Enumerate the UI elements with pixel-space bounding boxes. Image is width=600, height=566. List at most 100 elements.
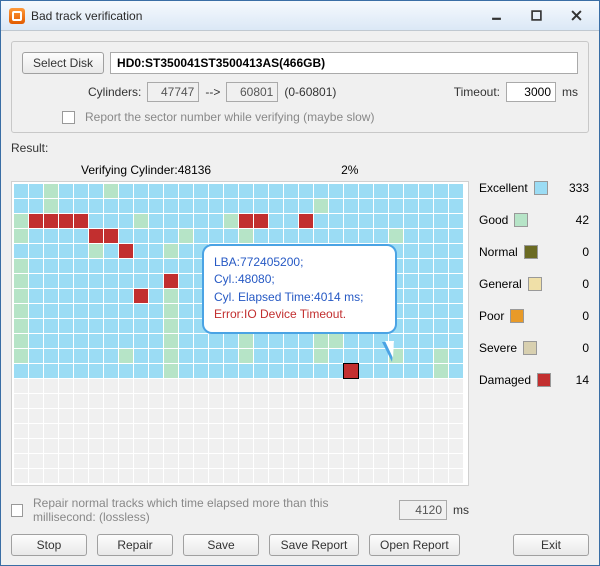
sector-cell [14, 409, 28, 423]
sector-cell [404, 304, 418, 318]
sector-cell [284, 214, 298, 228]
sector-cell [179, 274, 193, 288]
sector-cell [344, 229, 358, 243]
sector-cell [419, 409, 433, 423]
sector-cell [284, 379, 298, 393]
sector-cell [434, 199, 448, 213]
sector-cell [89, 214, 103, 228]
sector-cell [14, 184, 28, 198]
sector-cell [329, 409, 343, 423]
sector-cell [164, 349, 178, 363]
sector-cell [299, 409, 313, 423]
sector-cell [29, 244, 43, 258]
sector-cell [299, 454, 313, 468]
tooltip: LBA:772405200; Cyl.:48080; Cyl. Elapsed … [202, 244, 397, 334]
tooltip-line-error: Error:IO Device Timeout. [214, 306, 385, 323]
repair-ms-label: ms [453, 503, 469, 517]
open-report-button[interactable]: Open Report [369, 534, 460, 556]
sector-cell [74, 184, 88, 198]
repair-button[interactable]: Repair [97, 534, 173, 556]
swatch-damaged [537, 373, 551, 387]
sector-cell [164, 199, 178, 213]
sector-cell [299, 184, 313, 198]
sector-cell [179, 259, 193, 273]
sector-cell [209, 394, 223, 408]
swatch-normal [524, 245, 538, 259]
sector-cell [89, 394, 103, 408]
maximize-button[interactable] [517, 6, 555, 26]
sector-cell [164, 289, 178, 303]
sector-cell [119, 394, 133, 408]
cylinder-to-input[interactable] [226, 82, 278, 102]
sector-cell [89, 454, 103, 468]
sector-cell [149, 199, 163, 213]
sector-cell [104, 184, 118, 198]
repair-checkbox[interactable] [11, 504, 23, 517]
sector-cell [314, 409, 328, 423]
sector-cell [44, 274, 58, 288]
sector-cell [44, 259, 58, 273]
sector-cell [179, 184, 193, 198]
sector-cell [134, 244, 148, 258]
timeout-label: Timeout: [454, 85, 500, 99]
sector-cell [239, 454, 253, 468]
sector-cell [269, 454, 283, 468]
sector-cell [269, 379, 283, 393]
sector-cell [359, 454, 373, 468]
sector-cell [404, 244, 418, 258]
close-button[interactable] [557, 6, 595, 26]
sector-cell [419, 214, 433, 228]
sector-cell [59, 289, 73, 303]
sector-cell [74, 379, 88, 393]
sector-cell [284, 334, 298, 348]
sector-cell [269, 424, 283, 438]
sector-cell [134, 304, 148, 318]
sector-cell [329, 379, 343, 393]
sector-cell [29, 229, 43, 243]
sector-cell [404, 289, 418, 303]
sector-cell [314, 184, 328, 198]
sector-cell [59, 229, 73, 243]
sector-cell [449, 424, 463, 438]
sector-cell [314, 214, 328, 228]
sector-cell [179, 334, 193, 348]
sector-cell [74, 364, 88, 378]
sector-cell [74, 409, 88, 423]
sector-cell [29, 214, 43, 228]
sector-cell [314, 364, 328, 378]
sector-cell [344, 424, 358, 438]
sector-cell [344, 364, 358, 378]
sector-cell [224, 364, 238, 378]
stop-button[interactable]: Stop [11, 534, 87, 556]
cylinder-from-input[interactable] [147, 82, 199, 102]
sector-cell [239, 439, 253, 453]
report-sector-checkbox[interactable] [62, 111, 75, 124]
sector-cell [434, 214, 448, 228]
sector-cell [89, 229, 103, 243]
sector-cell [59, 394, 73, 408]
sector-cell [119, 244, 133, 258]
sector-cell [164, 214, 178, 228]
sector-cell [449, 409, 463, 423]
sector-cell [269, 199, 283, 213]
sector-cell [374, 364, 388, 378]
sector-cell [374, 454, 388, 468]
sector-cell [239, 424, 253, 438]
repair-ms-input[interactable] [399, 500, 447, 520]
sector-cell [284, 439, 298, 453]
sector-cell [179, 439, 193, 453]
minimize-button[interactable] [477, 6, 515, 26]
sector-cell [104, 244, 118, 258]
select-disk-button[interactable]: Select Disk [22, 52, 104, 74]
exit-button[interactable]: Exit [513, 534, 589, 556]
timeout-input[interactable] [506, 82, 556, 102]
save-report-button[interactable]: Save Report [269, 534, 359, 556]
sector-cell [269, 349, 283, 363]
save-button[interactable]: Save [183, 534, 259, 556]
sector-cell [404, 229, 418, 243]
sector-cell [329, 184, 343, 198]
client-area: Select Disk HD0:ST350041ST3500413AS(466G… [1, 31, 599, 564]
titlebar: Bad track verification [1, 1, 599, 31]
sector-cell [104, 469, 118, 483]
sector-cell [314, 439, 328, 453]
